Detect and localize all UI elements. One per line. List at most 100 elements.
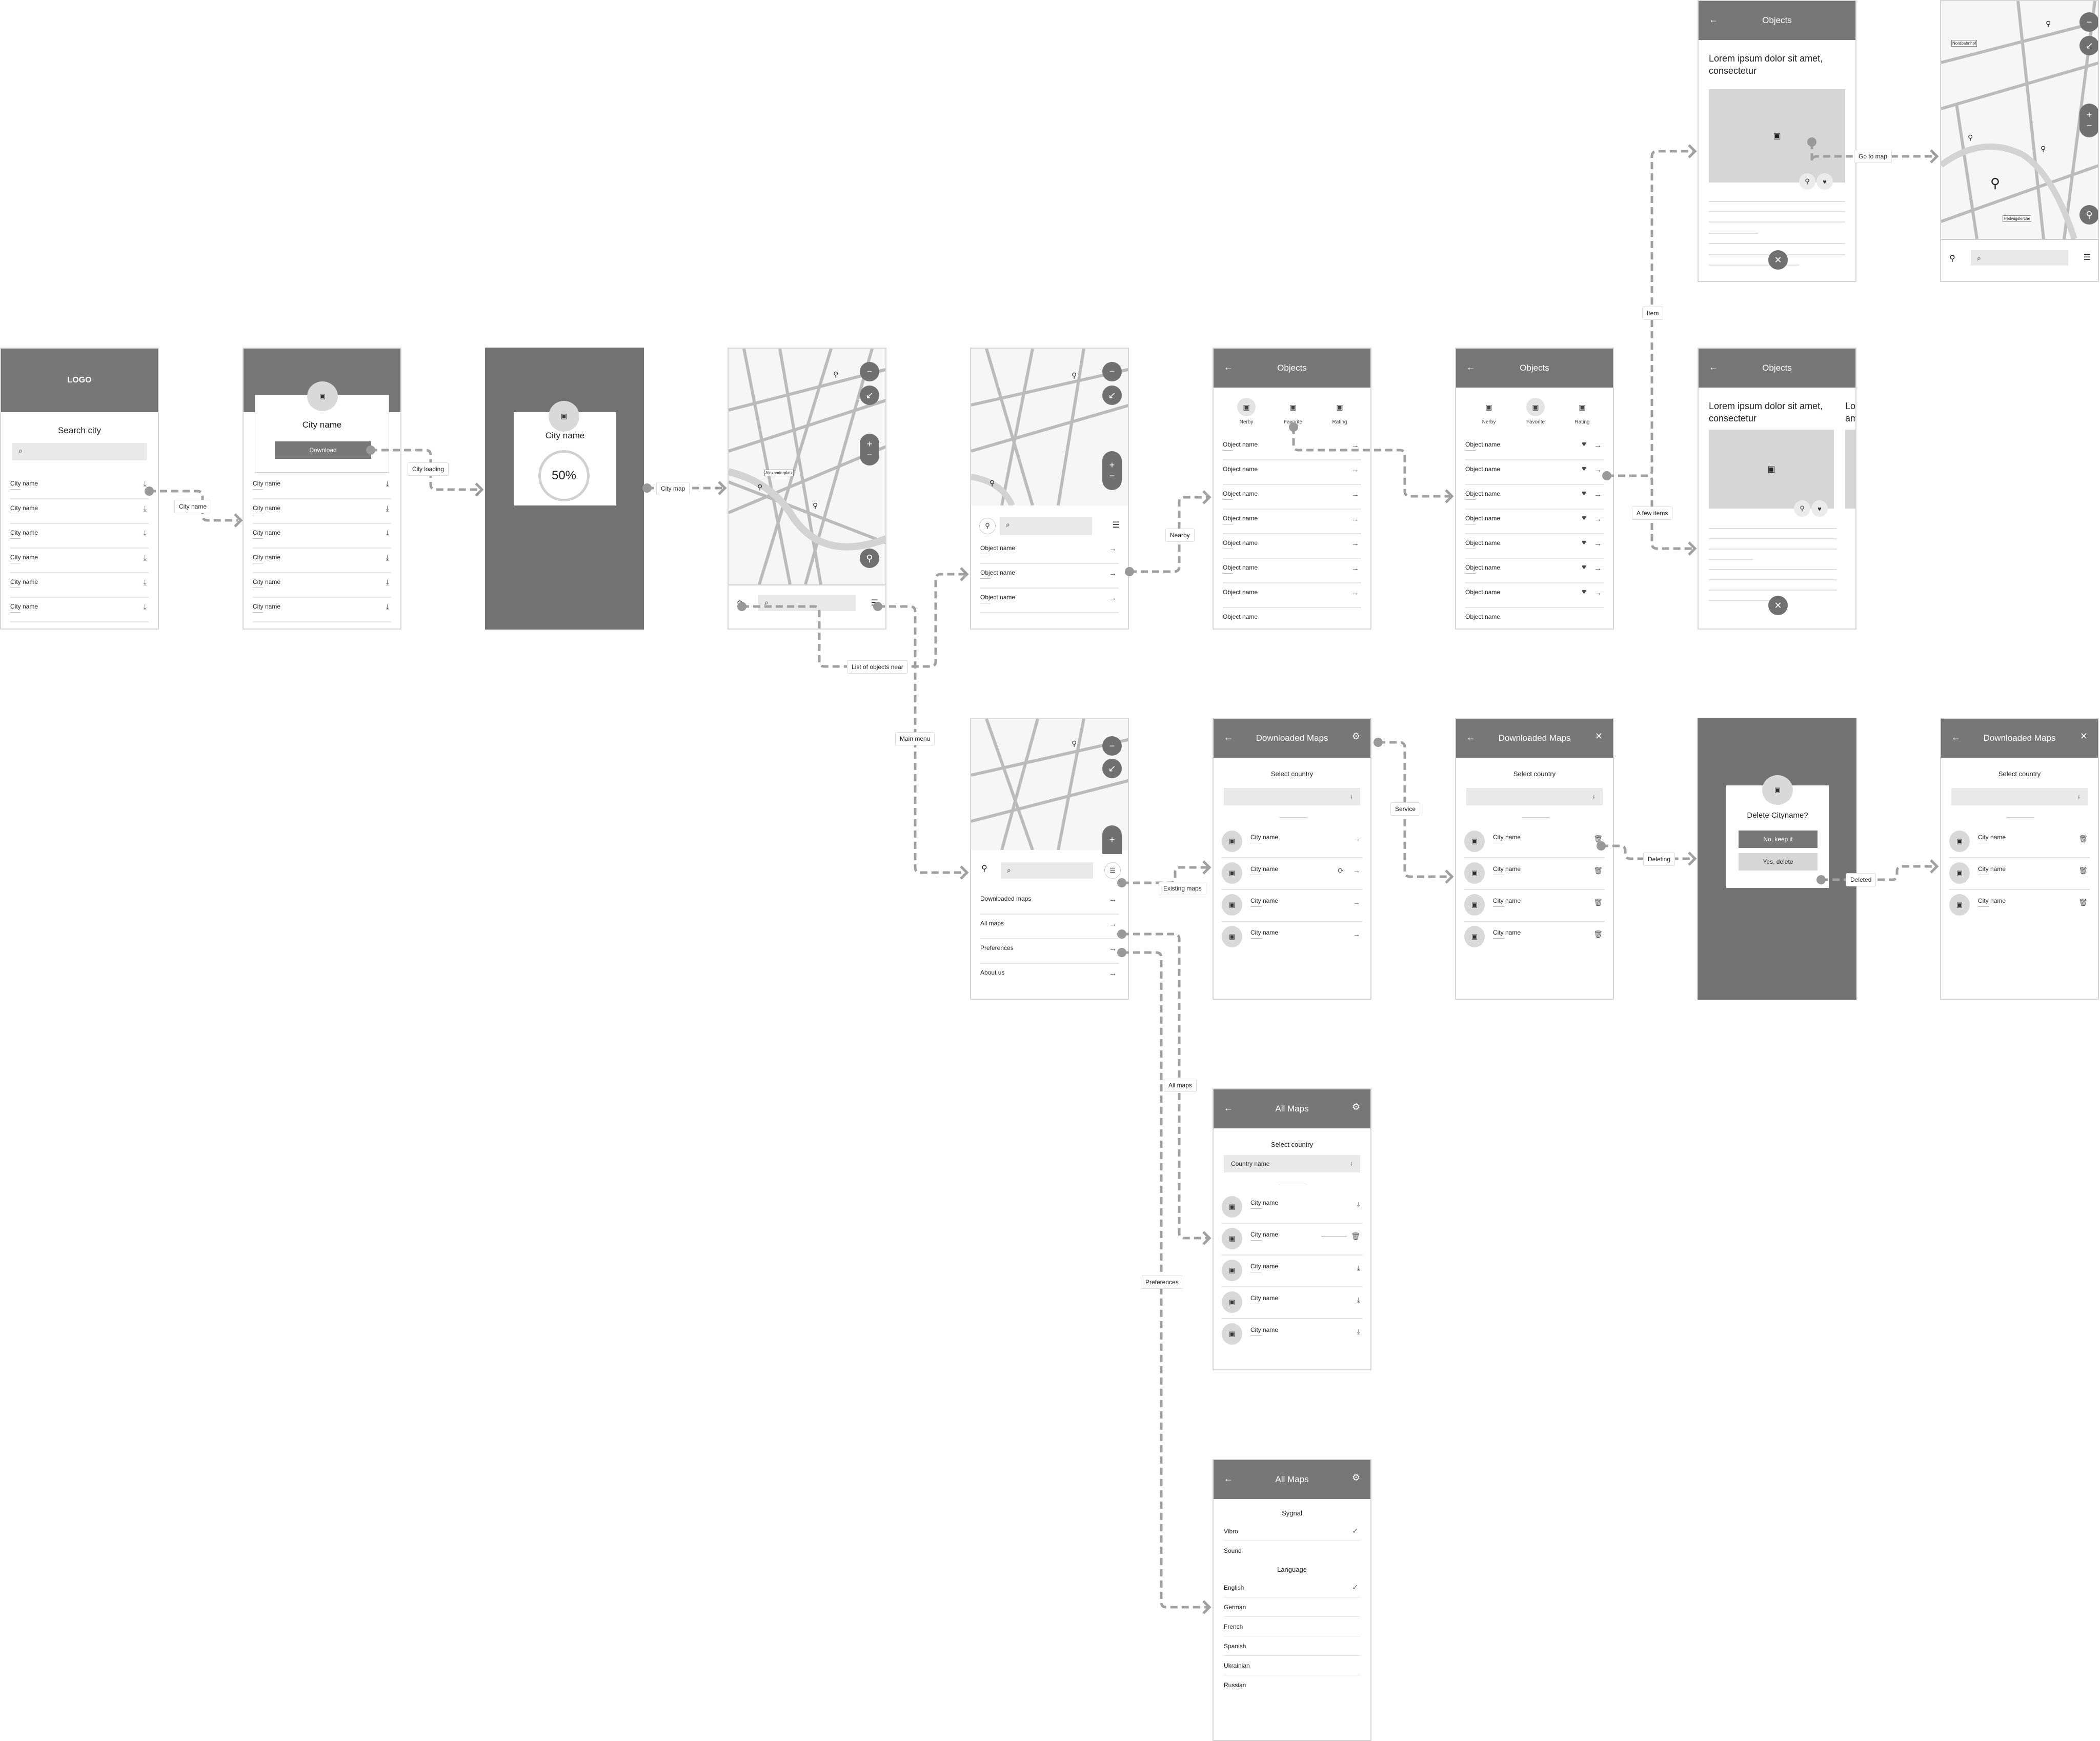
heart-icon[interactable]: ♥ (1582, 588, 1586, 596)
download-icon[interactable]: ⤓ (143, 504, 147, 513)
arrow-right-icon[interactable]: → (1594, 465, 1602, 474)
layers-button[interactable]: − (2079, 12, 2098, 32)
arrow-right-icon[interactable]: → (1594, 589, 1602, 597)
heart-icon[interactable]: ♥ (1582, 440, 1586, 449)
zoom-in-icon[interactable]: + (1109, 460, 1115, 471)
arrow-right-icon[interactable]: → (1353, 898, 1360, 906)
object-list-item[interactable]: Object name ♥ → (1465, 534, 1604, 559)
menu-item-about-us[interactable]: About us → (980, 964, 1119, 988)
city-list-item[interactable]: City name ⤓ (253, 499, 391, 524)
arrow-right-icon[interactable]: → (1351, 564, 1359, 573)
object-list-item[interactable]: Object name ♥ → (1465, 583, 1604, 608)
object-list-item[interactable]: Object name (1223, 608, 1361, 629)
trash-icon[interactable]: 🗑 (2078, 866, 2088, 875)
trash-icon[interactable]: 🗑 (1593, 930, 1603, 939)
arrow-right-icon[interactable]: → (1351, 589, 1359, 597)
back-icon[interactable]: ← (1709, 14, 1718, 25)
city-list-item[interactable]: ▣ City name ⟳ → (1222, 858, 1362, 890)
option-russian[interactable]: Russian (1224, 1675, 1360, 1695)
object-list-item[interactable]: Object name → (1223, 583, 1361, 608)
compass-button[interactable]: ↙ (2079, 36, 2098, 55)
back-icon[interactable]: ← (1224, 1473, 1233, 1484)
object-list-item[interactable]: Object name → (980, 589, 1119, 613)
menu-item-all-maps[interactable]: All maps → (980, 915, 1119, 939)
heart-button[interactable]: ♥ (1816, 173, 1833, 190)
download-icon[interactable]: ⤓ (1357, 1327, 1360, 1336)
object-list-item[interactable]: Object name ♥ → (1465, 510, 1604, 534)
arrow-right-icon[interactable]: → (1351, 465, 1359, 474)
city-list-item[interactable]: ▣ City name 🗑 (1222, 1224, 1362, 1256)
download-icon[interactable]: ⤓ (1357, 1200, 1360, 1209)
object-list-item[interactable]: Object name → (1223, 460, 1361, 485)
heart-icon[interactable]: ♥ (1582, 464, 1586, 473)
city-list-item[interactable]: ▣ City name 🗑 (1464, 922, 1605, 954)
zoom-control[interactable]: + − (2079, 104, 2098, 137)
download-icon[interactable]: ⤓ (386, 554, 389, 562)
heart-button[interactable]: ♥ (1811, 500, 1828, 517)
layers-button[interactable]: − (860, 362, 879, 381)
menu-item-preferences[interactable]: Preferences → (980, 939, 1119, 964)
arrow-right-icon[interactable]: → (1351, 490, 1359, 499)
arrow-right-icon[interactable]: → (1353, 835, 1360, 843)
zoom-in-button[interactable]: + (1102, 825, 1122, 854)
pin-button[interactable]: ⚲ (1799, 173, 1815, 190)
city-list-item[interactable]: City name ⤓ (10, 549, 149, 573)
arrow-right-icon[interactable]: → (1594, 564, 1602, 573)
object-list-item[interactable]: Object name → (1223, 485, 1361, 510)
option-french[interactable]: French (1224, 1617, 1360, 1636)
location-pin-icon[interactable]: ⚲ (1949, 253, 1955, 264)
back-icon[interactable]: ← (1466, 732, 1476, 743)
arrow-right-icon[interactable]: → (1594, 539, 1602, 548)
arrow-right-icon[interactable]: → (1594, 441, 1602, 450)
tab-rating[interactable]: ▣ Rating (1319, 398, 1360, 426)
country-select[interactable]: Country name ↓ (1224, 1155, 1360, 1172)
object-list-item[interactable]: Object name → (1223, 510, 1361, 534)
menu-icon[interactable]: ☰ (1113, 520, 1120, 530)
heart-icon[interactable]: ♥ (1582, 538, 1586, 547)
option-spanish[interactable]: Spanish (1224, 1636, 1360, 1656)
download-icon[interactable]: ⤓ (1357, 1264, 1360, 1272)
location-pin-icon[interactable]: ⚲ (981, 863, 987, 874)
back-icon[interactable]: ← (1224, 1103, 1233, 1114)
pin-button[interactable]: ⚲ (1794, 500, 1810, 517)
download-icon[interactable]: ⤓ (143, 529, 147, 538)
object-list-item[interactable]: Object name → (1223, 559, 1361, 583)
city-list-item[interactable]: ▣ City name ⤓ (1222, 1192, 1362, 1224)
arrow-right-icon[interactable]: → (1353, 930, 1360, 938)
keep-button[interactable]: No, keep it (1739, 831, 1818, 848)
option-english[interactable]: English ✓ (1224, 1578, 1360, 1597)
zoom-control[interactable]: + − (1102, 451, 1122, 490)
zoom-out-icon[interactable]: − (2087, 120, 2092, 131)
trash-icon[interactable]: 🗑 (2078, 835, 2088, 843)
map-pin-icon[interactable]: ⚲ (1072, 371, 1077, 380)
layers-button[interactable]: − (1102, 736, 1122, 756)
compass-button[interactable]: ↙ (1102, 386, 1122, 405)
arrow-right-icon[interactable]: → (1594, 490, 1602, 499)
tab-favorite[interactable]: ▣Favorite (1273, 398, 1314, 426)
search-input[interactable]: ⌕ (1000, 517, 1092, 535)
zoom-out-icon[interactable]: − (1109, 471, 1115, 481)
city-list-item[interactable]: City name ⤓ (253, 549, 391, 573)
map-view[interactable]: ⚲ ⚲ ⚲ Alexanderplatz (729, 349, 885, 584)
menu-icon[interactable]: ☰ (2084, 252, 2091, 262)
object-list-item[interactable]: Object name ♥ → (1465, 460, 1604, 485)
close-button[interactable]: ✕ (1768, 596, 1788, 615)
search-input[interactable]: ⌕ (758, 595, 856, 611)
city-list-item[interactable]: ▣ City name 🗑 (1464, 858, 1605, 890)
arrow-right-icon[interactable]: → (1109, 544, 1117, 553)
download-icon[interactable]: ⤓ (1357, 1295, 1360, 1304)
city-list-item[interactable]: City name ⤓ (253, 475, 391, 499)
heart-icon[interactable]: ♥ (1582, 563, 1586, 572)
my-location-button[interactable]: ⚲ (2079, 205, 2098, 225)
download-icon[interactable]: ⤓ (143, 603, 147, 612)
delete-button[interactable]: Yes, delete (1739, 853, 1818, 870)
object-list-item[interactable]: Object name → (1223, 534, 1361, 559)
download-icon[interactable]: ⤓ (386, 529, 389, 538)
arrow-right-icon[interactable]: → (1353, 866, 1360, 875)
arrow-right-icon[interactable]: → (1594, 515, 1602, 523)
selected-pin-icon[interactable]: ⚲ (1990, 175, 2000, 191)
tab-favorite[interactable]: ▣Favorite (1515, 398, 1556, 425)
city-list-item[interactable]: ▣ City name ⤓ (1222, 1256, 1362, 1287)
close-icon[interactable]: ✕ (2080, 731, 2088, 742)
arrow-right-icon[interactable]: → (1109, 569, 1117, 578)
